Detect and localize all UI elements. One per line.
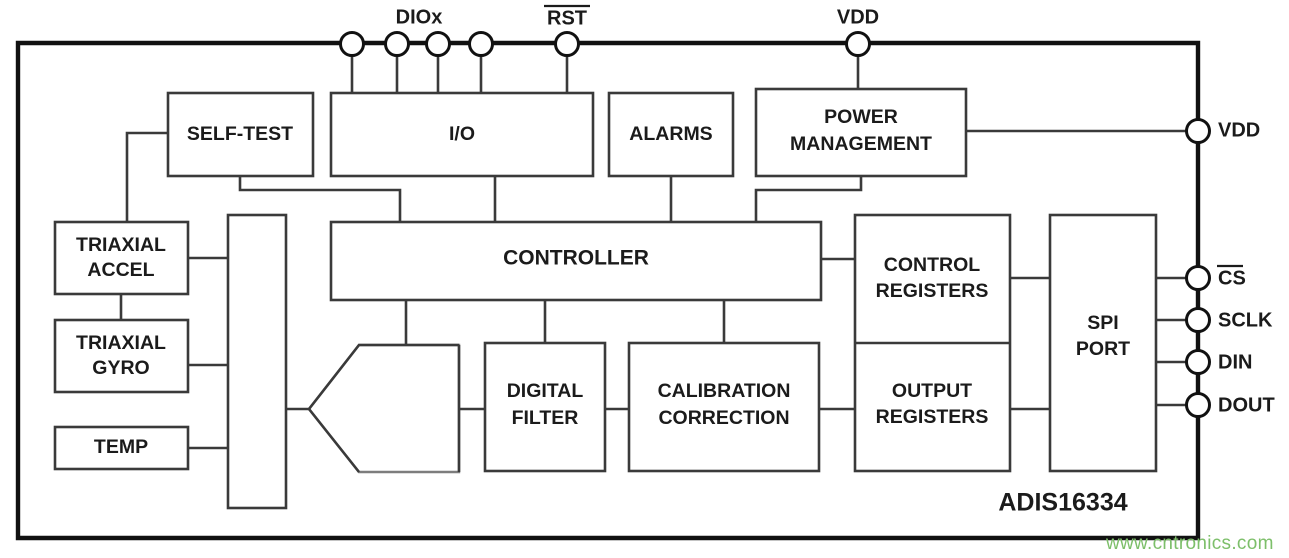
dout-pin[interactable] [1185, 392, 1211, 418]
din-pin[interactable] [1185, 349, 1211, 375]
dio-pin-4[interactable] [468, 31, 494, 57]
calibration-label-2: CORRECTION [658, 407, 789, 429]
sclk-label: SCLK [1218, 309, 1273, 331]
rst-pin[interactable] [554, 31, 580, 57]
control-registers-label-1: CONTROL [884, 254, 980, 276]
triaxial-gyro-label-1: TRIAXIAL [76, 332, 166, 354]
alarms-label: ALARMS [629, 123, 712, 145]
diox-label: DIOx [396, 6, 443, 28]
din-label: DIN [1218, 351, 1252, 373]
dio-pin-1[interactable] [339, 31, 365, 57]
triaxial-accel-label-1: TRIAXIAL [76, 234, 166, 256]
controller-label: CONTROLLER [503, 247, 649, 270]
io-label: I/O [449, 123, 475, 145]
dio-pin-3[interactable] [425, 31, 451, 57]
triaxial-gyro-label-2: GYRO [92, 357, 149, 379]
dio-pin-2[interactable] [384, 31, 410, 57]
vdd-top-label: VDD [837, 6, 879, 28]
block-triaxial-gyro[interactable] [53, 318, 190, 394]
dout-label: DOUT [1218, 394, 1275, 416]
sclk-pin[interactable] [1185, 307, 1211, 333]
power-management-label-1: POWER [824, 106, 898, 128]
digital-filter-label-2: FILTER [512, 407, 579, 429]
spi-port-label-1: SPI [1087, 312, 1118, 334]
block-control-registers[interactable] [855, 215, 1010, 343]
output-registers-label-1: OUTPUT [892, 380, 972, 402]
vdd-right-label: VDD [1218, 119, 1260, 141]
power-management-label-2: MANAGEMENT [790, 133, 932, 155]
cs-label: CS [1218, 267, 1246, 289]
control-registers-label-2: REGISTERS [876, 280, 989, 302]
block-diagram-canvas: DIOx RST VDD SELF-TEST I/O ALARMS POWER … [0, 0, 1289, 558]
vdd-top-pin[interactable] [845, 31, 871, 57]
cs-pin[interactable] [1185, 265, 1211, 291]
output-registers-label-2: REGISTERS [876, 406, 989, 428]
temp-label: TEMP [94, 436, 148, 458]
part-number-label: ADIS16334 [998, 489, 1127, 517]
block-triaxial-accel[interactable] [53, 220, 190, 296]
calibration-label-1: CALIBRATION [658, 380, 791, 402]
self-test-label: SELF-TEST [187, 123, 293, 145]
triaxial-accel-label-2: ACCEL [87, 259, 154, 281]
block-mux-funnel[interactable] [307, 343, 461, 474]
digital-filter-label-1: DIGITAL [507, 380, 584, 402]
spi-port-label-2: PORT [1076, 338, 1130, 360]
site-watermark: www.cntronics.com [1105, 533, 1274, 554]
rst-label: RST [547, 7, 587, 29]
top-pin-labels: DIOx RST VDD [396, 4, 879, 29]
vdd-right-pin[interactable] [1185, 118, 1211, 144]
block-adc-bar[interactable] [226, 213, 288, 510]
